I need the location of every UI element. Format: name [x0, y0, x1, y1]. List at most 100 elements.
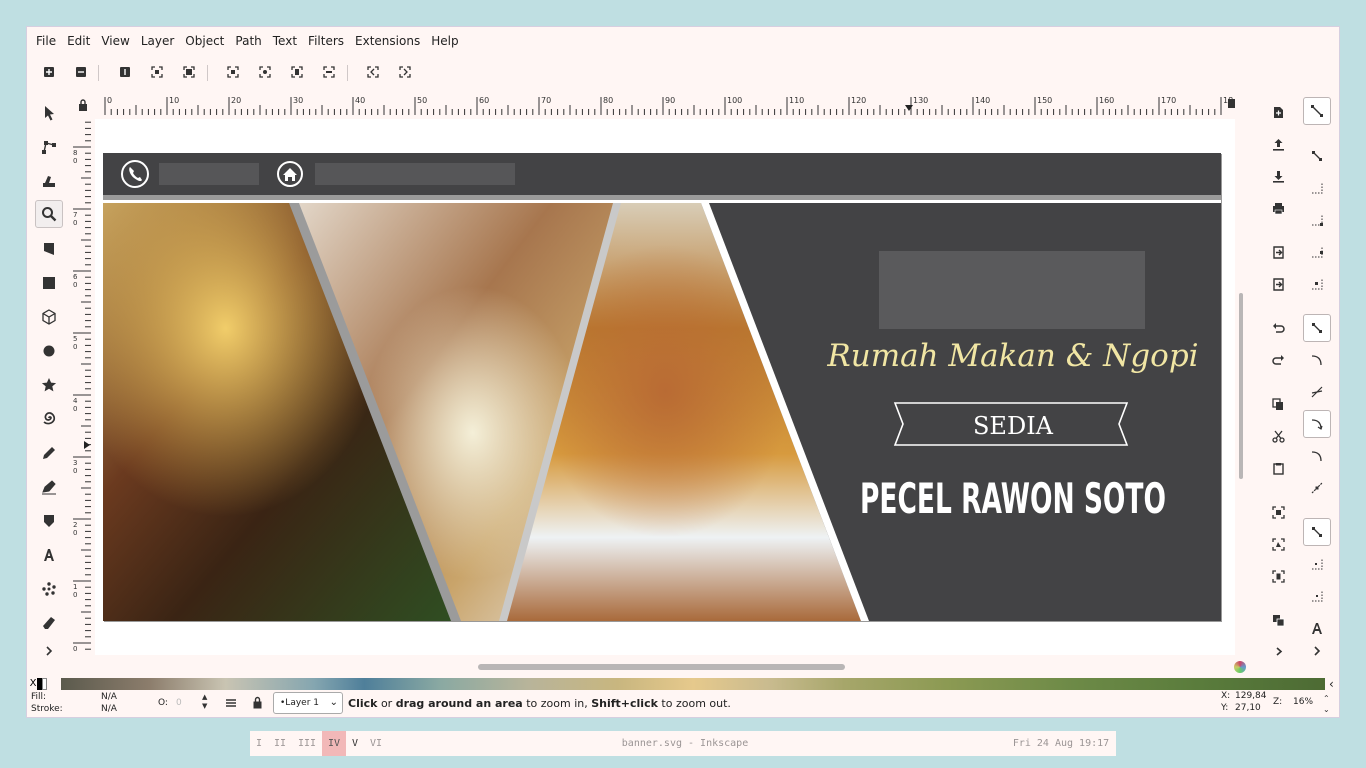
menu-extensions[interactable]: Extensions — [355, 34, 420, 48]
zoom-value[interactable]: 16% — [1293, 697, 1313, 707]
zoom-2-1-icon[interactable] — [182, 65, 196, 79]
zoom-in-icon[interactable] — [42, 65, 56, 79]
zoom-next-icon[interactable] — [398, 65, 412, 79]
pen-tool-icon[interactable] — [35, 473, 63, 501]
snap-bbox-edge-icon[interactable] — [1303, 174, 1331, 202]
calligraphy-tool-icon[interactable] — [35, 507, 63, 535]
workspace-6[interactable]: VI — [366, 731, 386, 756]
zoom-1-2-icon[interactable] — [150, 65, 164, 79]
rectangle-tool-icon[interactable] — [35, 269, 63, 297]
canvas[interactable]: Rumah Makan & Ngopi SEDIA PECEL RAWON SO… — [95, 119, 1235, 655]
workspace-3[interactable]: III — [294, 731, 320, 756]
zoom-selection-cmd-icon[interactable] — [1268, 502, 1288, 522]
snap-others-icon[interactable] — [1303, 518, 1331, 546]
banner-artwork[interactable]: Rumah Makan & Ngopi SEDIA PECEL RAWON SO… — [103, 153, 1221, 621]
snap-intersections-icon[interactable] — [1303, 378, 1331, 406]
workspace-4[interactable]: IV — [322, 731, 346, 756]
snap-bbox-icon[interactable] — [1303, 142, 1331, 170]
opacity-stepper-icon[interactable]: ▲ ▼ — [202, 693, 207, 711]
paste-icon[interactable] — [1268, 458, 1288, 478]
pencil-tool-icon[interactable] — [35, 439, 63, 467]
text-tool-icon[interactable] — [35, 541, 63, 569]
workspace-2[interactable]: II — [270, 731, 290, 756]
menu-object[interactable]: Object — [185, 34, 224, 48]
snap-nodes-icon[interactable] — [1303, 314, 1331, 342]
horizontal-scrollbar[interactable] — [478, 664, 845, 670]
lock-guides-icon[interactable] — [77, 97, 89, 111]
vertical-scrollbar[interactable] — [1239, 293, 1243, 479]
ellipse-tool-icon[interactable] — [35, 337, 63, 365]
menu-view[interactable]: View — [101, 34, 129, 48]
star-tool-icon[interactable] — [35, 371, 63, 399]
tweak-tool-icon[interactable] — [35, 167, 63, 195]
zoom-previous-icon[interactable] — [366, 65, 380, 79]
redo-icon[interactable] — [1268, 350, 1288, 370]
zoom-page-cmd-icon[interactable] — [1268, 566, 1288, 586]
workspace-1[interactable]: I — [252, 731, 266, 756]
palette-swatches[interactable] — [61, 678, 1325, 690]
snap-bbox-midpoint-icon[interactable] — [1303, 238, 1331, 266]
snap-toggle-icon[interactable] — [1303, 97, 1331, 125]
opacity-value[interactable]: 0 — [176, 698, 182, 708]
menu-file[interactable]: File — [36, 34, 56, 48]
snap-object-midpoints-icon[interactable] — [1303, 550, 1331, 578]
clock: Fri 24 Aug 19:17 — [1012, 738, 1110, 749]
snap-bbox-center-icon[interactable] — [1303, 270, 1331, 298]
selector-tool-icon[interactable] — [35, 99, 63, 127]
3d-box-tool-icon[interactable] — [35, 303, 63, 331]
snap-line-midpoints-icon[interactable] — [1303, 474, 1331, 502]
color-management-icon[interactable] — [1234, 661, 1246, 673]
menu-help[interactable]: Help — [431, 34, 458, 48]
no-paint-swatch[interactable]: X — [29, 678, 37, 690]
current-layer-dropdown[interactable]: •Layer 1 ⌄ — [273, 692, 343, 714]
snap-cusp-nodes-icon[interactable] — [1303, 410, 1331, 438]
new-document-icon[interactable] — [1268, 102, 1288, 122]
snap-bbox-corner-icon[interactable] — [1303, 206, 1331, 234]
zoom-page-width-icon[interactable] — [322, 65, 336, 79]
color-palette[interactable]: X ‹ — [27, 677, 1339, 691]
snap-smooth-nodes-icon[interactable] — [1303, 442, 1331, 470]
fill-value[interactable]: N/A — [101, 692, 117, 702]
spiral-tool-icon[interactable] — [35, 404, 63, 432]
duplicate-icon[interactable] — [1268, 610, 1288, 630]
zoom-stepper-icon[interactable]: ⌃ ⌄ — [1323, 693, 1330, 715]
spray-tool-icon[interactable] — [35, 575, 63, 603]
zoom-1-1-icon[interactable] — [118, 65, 132, 79]
zoom-tool-icon[interactable] — [35, 200, 63, 228]
workspace-5[interactable]: V — [348, 731, 362, 756]
measure-tool-icon[interactable] — [35, 235, 63, 263]
zoom-drawing-cmd-icon[interactable] — [1268, 534, 1288, 554]
snap-more-icon[interactable] — [1303, 637, 1331, 665]
export-icon[interactable] — [1268, 274, 1288, 294]
zoom-page-icon[interactable] — [290, 65, 304, 79]
commands-more-icon[interactable] — [1268, 641, 1288, 661]
menu-filters[interactable]: Filters — [308, 34, 344, 48]
snap-rotation-center-icon[interactable] — [1303, 582, 1331, 610]
save-document-icon[interactable] — [1268, 166, 1288, 186]
zoom-drawing-icon[interactable] — [258, 65, 272, 79]
horizontal-ruler[interactable]: 0 10 20 30 40 50 60 70 80 90 100 110 120 130 140 150 160… — [95, 95, 1235, 115]
zoom-out-icon[interactable] — [74, 65, 88, 79]
palette-menu-icon[interactable]: ‹ — [1329, 677, 1334, 691]
import-icon[interactable] — [1268, 242, 1288, 262]
menu-path[interactable]: Path — [235, 34, 261, 48]
snap-paths-icon[interactable] — [1303, 346, 1331, 374]
white-swatch[interactable] — [42, 678, 47, 690]
layer-lock-icon[interactable] — [252, 696, 263, 709]
toolbox-more-icon[interactable] — [35, 637, 63, 665]
menu-text[interactable]: Text — [273, 34, 297, 48]
copy-icon[interactable] — [1268, 394, 1288, 414]
zoom-selection-icon[interactable] — [226, 65, 240, 79]
menu-edit[interactable]: Edit — [67, 34, 90, 48]
vertical-ruler[interactable]: 80706050403020100 — [71, 115, 91, 655]
layers-toggle-icon[interactable] — [225, 697, 237, 709]
document-page[interactable]: Rumah Makan & Ngopi SEDIA PECEL RAWON SO… — [103, 153, 1221, 621]
stroke-value[interactable]: N/A — [101, 704, 117, 714]
menu-layer[interactable]: Layer — [141, 34, 174, 48]
eraser-tool-icon[interactable] — [35, 609, 63, 637]
node-tool-icon[interactable] — [35, 133, 63, 161]
print-icon[interactable] — [1268, 198, 1288, 218]
open-document-icon[interactable] — [1268, 134, 1288, 154]
undo-icon[interactable] — [1268, 318, 1288, 338]
cut-icon[interactable] — [1268, 426, 1288, 446]
